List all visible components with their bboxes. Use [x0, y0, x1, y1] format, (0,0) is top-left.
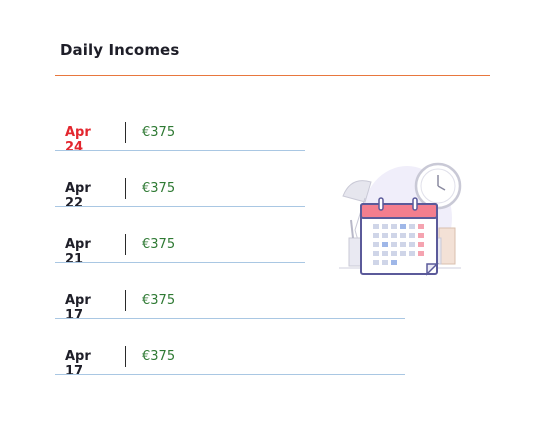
- row-divider: [55, 150, 305, 151]
- row-separator: [125, 234, 126, 255]
- row-divider: [55, 318, 405, 319]
- income-amount: €375: [142, 181, 176, 196]
- row-separator: [125, 178, 126, 199]
- row-separator: [125, 122, 126, 143]
- row-divider: [55, 206, 305, 207]
- title-divider: [55, 75, 490, 76]
- income-amount: €375: [142, 237, 176, 252]
- calendar-clock-illustration-icon: [339, 162, 462, 276]
- income-amount: €375: [142, 293, 176, 308]
- row-separator: [125, 346, 126, 367]
- row-divider: [55, 374, 405, 375]
- row-separator: [125, 290, 126, 311]
- income-amount: €375: [142, 349, 176, 364]
- panel-title: Daily Incomes: [60, 41, 180, 59]
- income-amount: €375: [142, 125, 176, 140]
- row-divider: [55, 262, 305, 263]
